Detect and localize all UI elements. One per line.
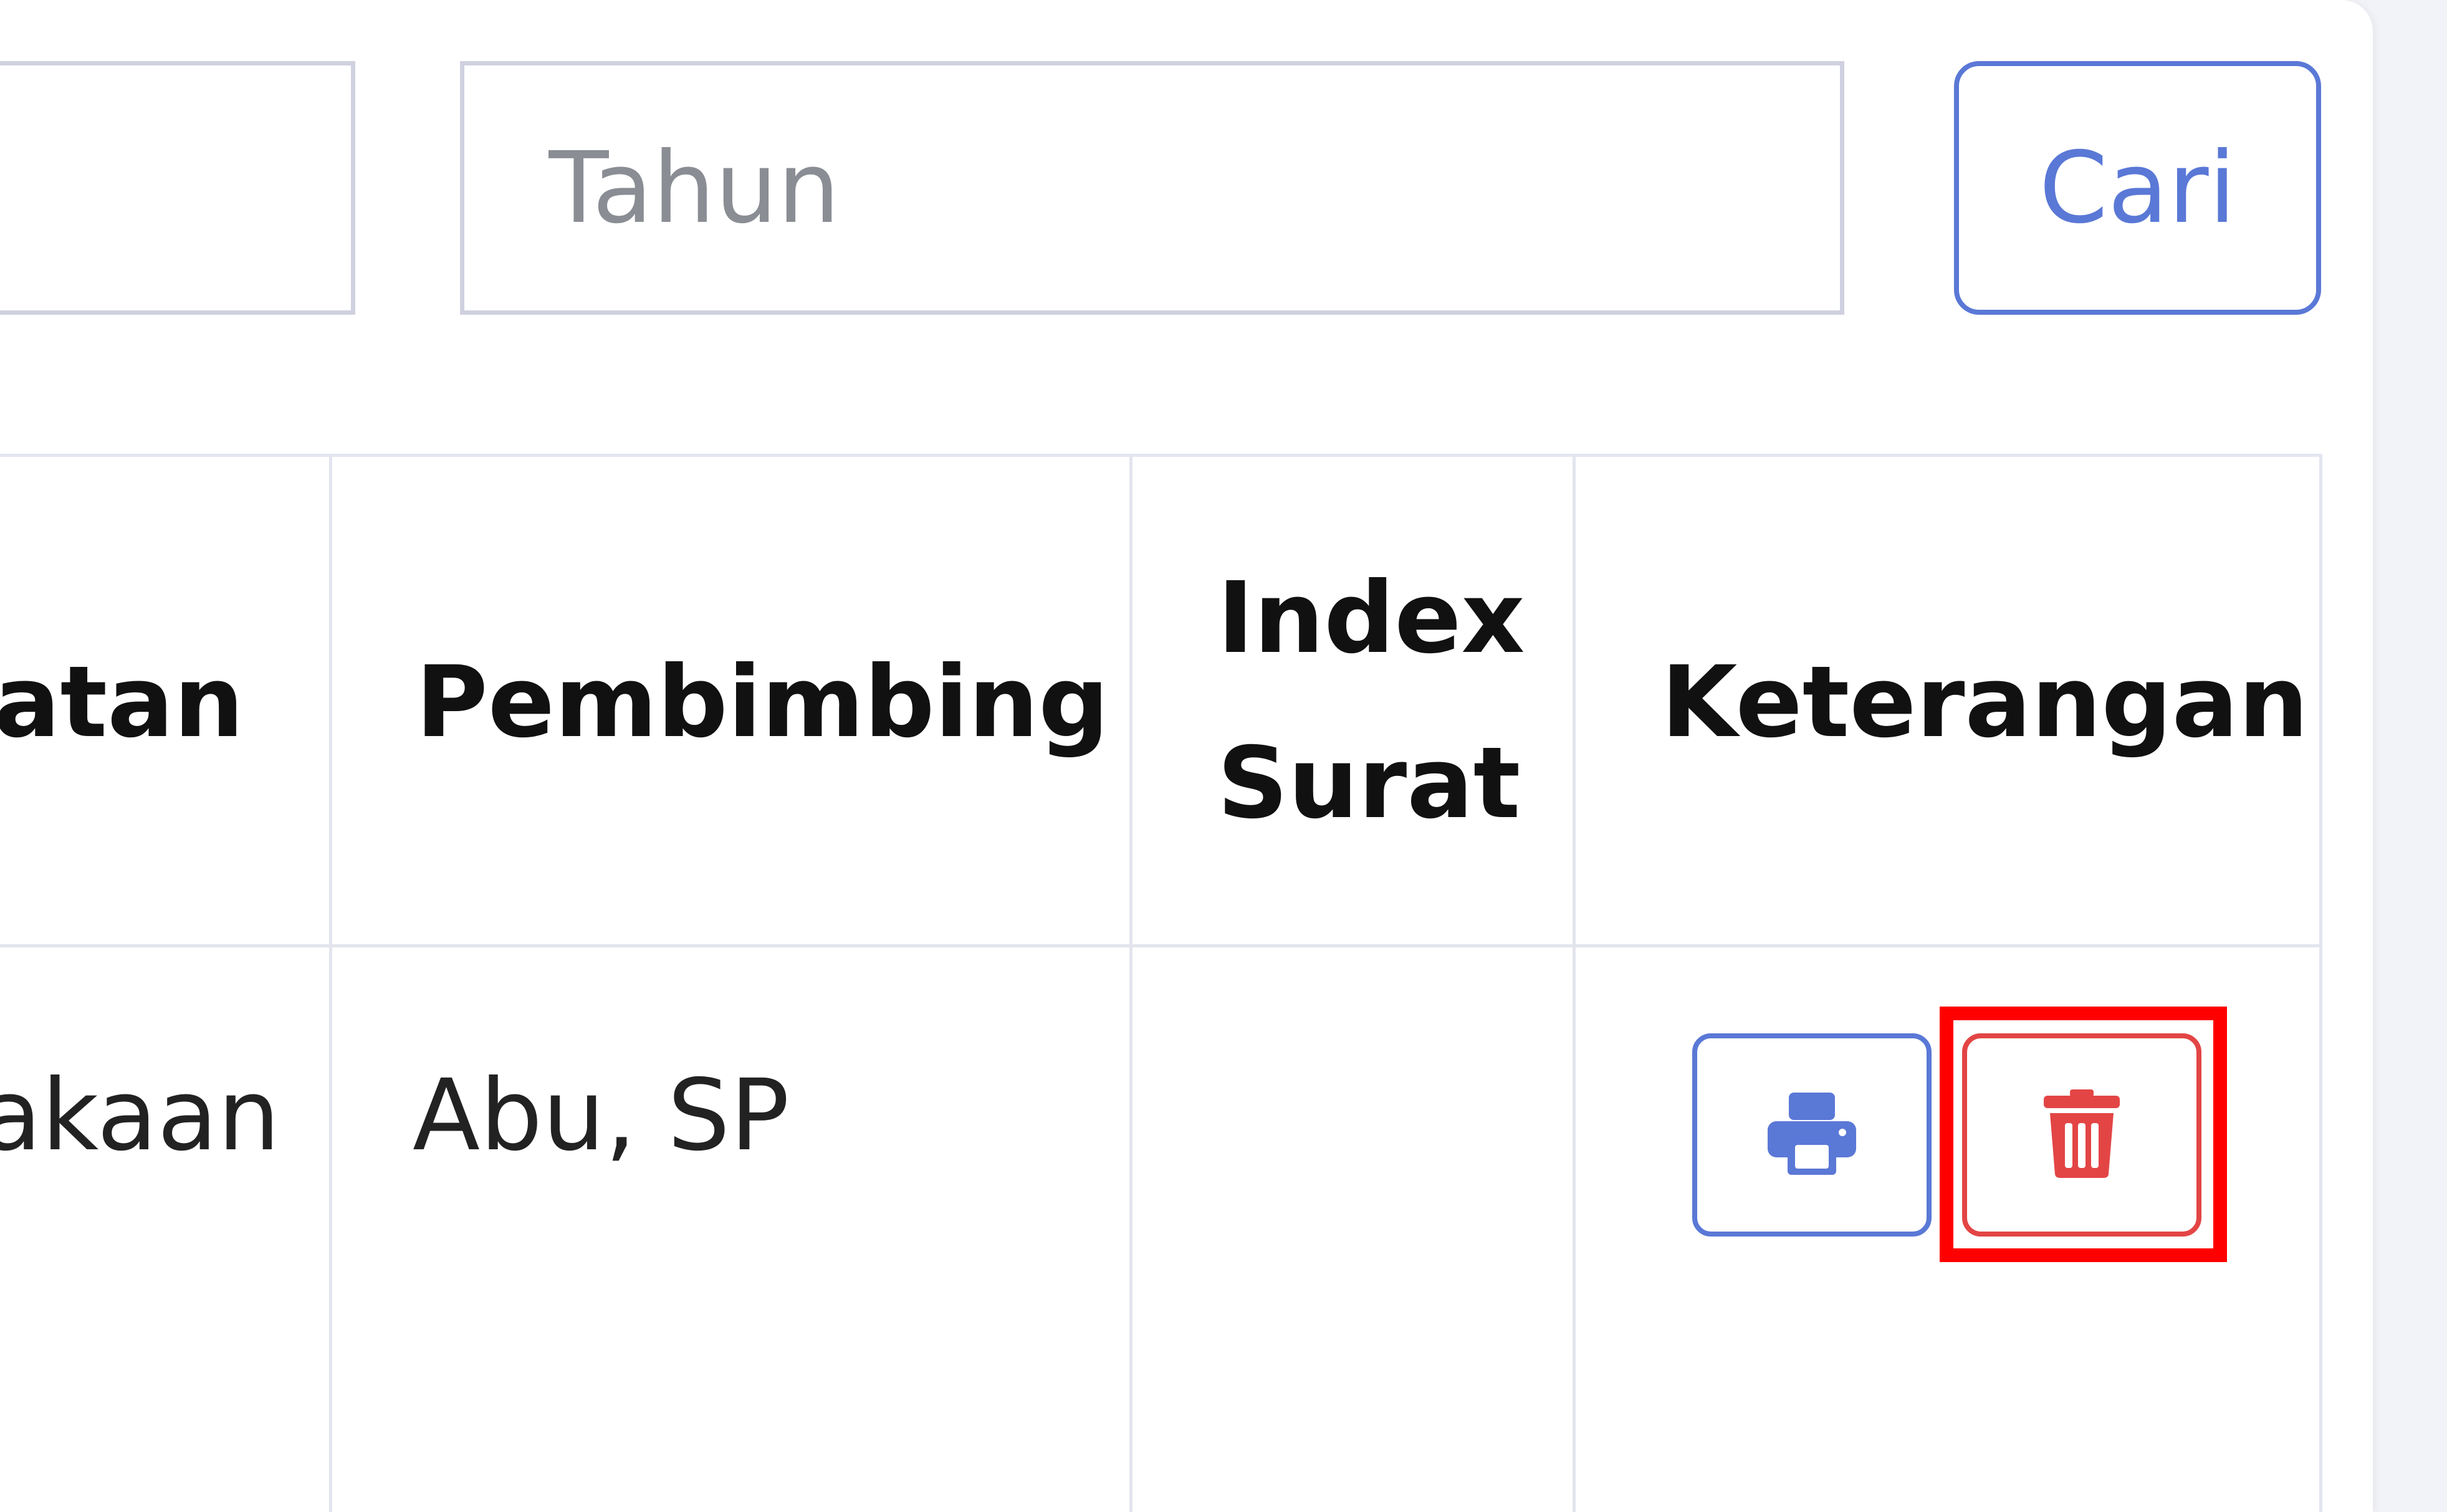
column-divider: [2319, 455, 2322, 1512]
filter-input[interactable]: [0, 61, 355, 315]
column-header-index-surat-line1: Index: [1217, 561, 1525, 676]
delete-button-highlight: [1940, 1007, 2227, 1262]
header-row-divider: [0, 944, 2322, 947]
column-header-pembimbing: Pembimbing: [416, 645, 1109, 760]
printer-icon: [1765, 1090, 1859, 1180]
column-header-partial: atan: [0, 645, 244, 760]
column-header-index-surat-line2: Surat: [1217, 726, 1521, 841]
search-button[interactable]: Cari: [1954, 61, 2321, 315]
print-button[interactable]: [1692, 1033, 1932, 1237]
cell-partial: akaan: [0, 1058, 280, 1173]
column-divider: [329, 455, 332, 1512]
content-card: Cari atan Pembimbing Index Surat Keteran…: [0, 0, 2373, 1512]
cell-pembimbing: Abu, SP: [413, 1058, 790, 1173]
table-top-border: [0, 454, 2322, 457]
column-divider: [1129, 455, 1133, 1512]
year-input[interactable]: [460, 61, 1844, 315]
column-divider: [1573, 455, 1576, 1512]
column-header-keterangan: Keterangan: [1661, 645, 2309, 760]
